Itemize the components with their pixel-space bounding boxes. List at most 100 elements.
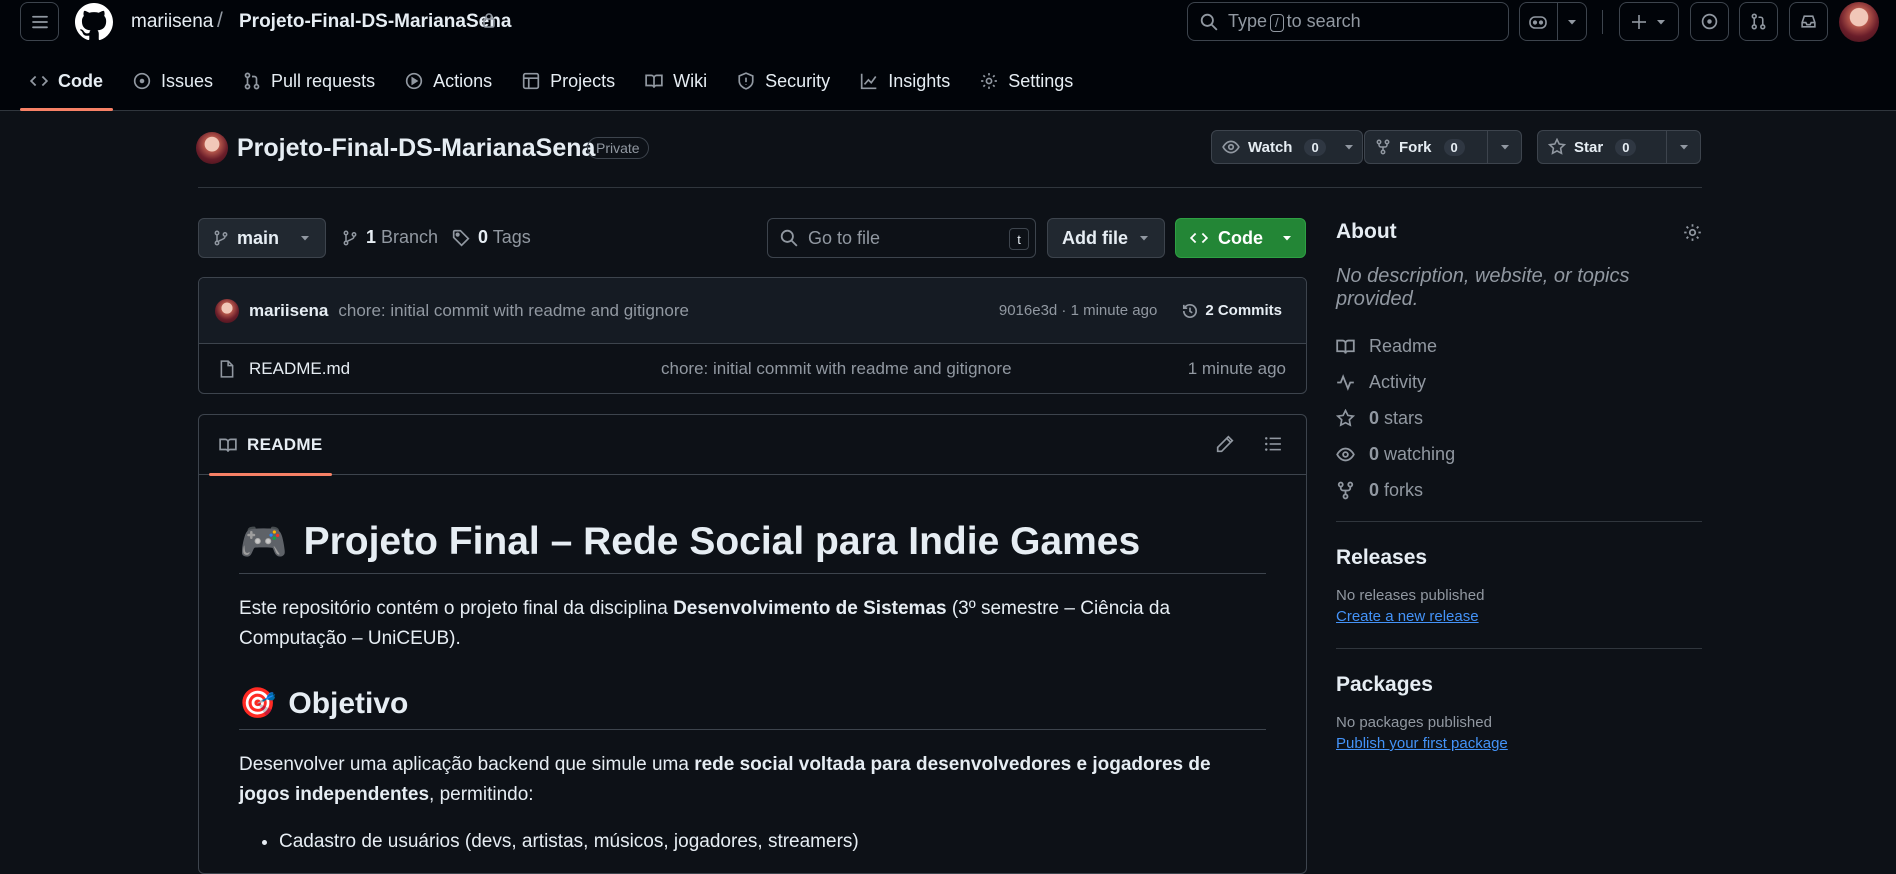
repo-forked-icon xyxy=(1336,481,1355,500)
repo-forked-icon xyxy=(1375,138,1391,156)
tab-pull-requests[interactable]: Pull requests xyxy=(233,61,385,101)
eye-icon xyxy=(1222,138,1240,156)
code-icon xyxy=(30,72,48,90)
code-icon xyxy=(1190,229,1208,247)
fork-count: 0 xyxy=(1443,138,1465,156)
search-placeholder: Type / to search xyxy=(1228,11,1361,32)
header-divider xyxy=(1602,10,1603,34)
file-icon xyxy=(219,360,235,378)
copilot-button[interactable] xyxy=(1519,2,1587,41)
file-browser: mariisena chore: initial commit with rea… xyxy=(198,277,1307,394)
issues-button[interactable] xyxy=(1690,2,1729,41)
issue-opened-icon xyxy=(133,72,151,90)
table-row[interactable]: README.md chore: initial commit with rea… xyxy=(199,344,1306,393)
star-icon xyxy=(1548,138,1566,156)
code-button[interactable]: Code xyxy=(1175,218,1306,258)
watching-link[interactable]: 0 watching xyxy=(1336,436,1702,472)
go-to-file-placeholder: Go to file xyxy=(808,227,881,248)
user-avatar[interactable] xyxy=(1839,2,1879,42)
packages-title[interactable]: Packages xyxy=(1336,673,1702,697)
branch-select-button[interactable]: main xyxy=(198,218,326,258)
fork-button[interactable]: Fork 0 xyxy=(1364,130,1522,164)
commit-author[interactable]: mariisena xyxy=(249,301,328,321)
forks-link[interactable]: 0 forks xyxy=(1336,472,1702,508)
breadcrumb-repo[interactable]: Projeto-Final-DS-MarianaSena xyxy=(239,11,511,33)
search-input[interactable]: Type / to search xyxy=(1187,2,1509,41)
tags-link[interactable]: 0 Tags xyxy=(452,227,531,248)
chevron-down-icon[interactable] xyxy=(1487,131,1521,163)
readme-list: Cadastro de usuários (devs, artistas, mú… xyxy=(239,828,1266,856)
readme-link[interactable]: Readme xyxy=(1336,328,1702,364)
star-button[interactable]: Star 0 xyxy=(1537,130,1701,164)
star-icon xyxy=(1336,408,1355,428)
breadcrumb-separator: / xyxy=(217,9,223,32)
tab-readme[interactable]: README xyxy=(209,415,333,476)
publish-package-link[interactable]: Publish your first package xyxy=(1336,735,1702,752)
tab-actions[interactable]: Actions xyxy=(395,61,502,101)
tab-settings[interactable]: Settings xyxy=(970,61,1083,101)
chevron-down-icon[interactable] xyxy=(1336,141,1362,153)
readme-heading: 🎮 Projeto Final – Rede Social para Indie… xyxy=(239,519,1266,574)
book-icon xyxy=(1336,337,1355,356)
author-avatar[interactable] xyxy=(215,298,239,323)
readme-paragraph: Desenvolver uma aplicação backend que si… xyxy=(239,754,1211,805)
readme-subheading: 🎯 Objetivo xyxy=(239,686,1266,730)
target-icon: 🎯 xyxy=(239,687,277,720)
create-new-button[interactable] xyxy=(1619,2,1679,41)
search-icon xyxy=(1200,13,1218,31)
commits-link[interactable]: 2 Commits xyxy=(1181,302,1282,320)
go-to-file-input[interactable]: Go to file t xyxy=(767,218,1036,258)
breadcrumb-owner[interactable]: mariisena xyxy=(131,11,213,33)
chevron-down-icon xyxy=(1655,16,1667,28)
commit-sha-time[interactable]: 9016e3d · 1 minute ago xyxy=(999,302,1157,319)
readme-paragraph: Este repositório contém o projeto final … xyxy=(239,598,1171,649)
git-branch-icon xyxy=(213,229,229,247)
pencil-icon[interactable] xyxy=(1216,435,1234,453)
inbox-button[interactable] xyxy=(1789,2,1828,41)
github-logo-icon[interactable] xyxy=(75,3,113,41)
book-icon xyxy=(219,436,237,454)
tab-projects[interactable]: Projects xyxy=(512,61,625,101)
tab-insights[interactable]: Insights xyxy=(850,61,960,101)
tab-security[interactable]: Security xyxy=(727,61,840,101)
tab-issues[interactable]: Issues xyxy=(123,61,223,101)
add-file-button[interactable]: Add file xyxy=(1047,218,1165,258)
chevron-down-icon xyxy=(1558,16,1587,28)
book-icon xyxy=(645,72,663,90)
tab-code[interactable]: Code xyxy=(20,61,113,111)
pulse-icon xyxy=(1336,373,1355,392)
chevron-down-icon xyxy=(1138,232,1150,244)
star-count: 0 xyxy=(1615,138,1637,156)
hamburger-icon xyxy=(31,13,49,31)
file-name[interactable]: README.md xyxy=(249,359,350,379)
gear-icon[interactable] xyxy=(1683,223,1702,242)
list-unordered-icon[interactable] xyxy=(1264,435,1282,453)
sidebar-divider xyxy=(1336,648,1702,649)
global-header: mariisena / Projeto-Final-DS-MarianaSena… xyxy=(0,0,1896,111)
watch-button[interactable]: Watch 0 xyxy=(1211,130,1363,164)
branches-link[interactable]: 1 Branch xyxy=(342,227,438,248)
about-title: About xyxy=(1336,220,1397,243)
chevron-down-icon xyxy=(299,232,311,244)
search-icon xyxy=(780,229,798,247)
menu-button[interactable] xyxy=(20,2,59,41)
chevron-down-icon[interactable] xyxy=(1666,131,1700,163)
git-pull-request-icon xyxy=(243,72,261,90)
create-release-link[interactable]: Create a new release xyxy=(1336,608,1702,625)
gamepad-icon: 🎮 xyxy=(239,521,288,564)
packages-empty: No packages published xyxy=(1336,714,1492,731)
issue-opened-icon xyxy=(1701,13,1718,30)
activity-link[interactable]: Activity xyxy=(1336,364,1702,400)
pull-requests-button[interactable] xyxy=(1739,2,1778,41)
releases-title[interactable]: Releases xyxy=(1336,546,1702,570)
repo-owner-avatar[interactable] xyxy=(196,132,228,164)
releases-empty: No releases published xyxy=(1336,587,1485,604)
tab-wiki[interactable]: Wiki xyxy=(635,61,717,101)
commit-message[interactable]: chore: initial commit with readme and gi… xyxy=(338,301,689,321)
about-description: No description, website, or topics provi… xyxy=(1336,265,1630,310)
file-time: 1 minute ago xyxy=(1187,359,1286,378)
chevron-down-icon xyxy=(1281,232,1293,244)
stars-link[interactable]: 0 stars xyxy=(1336,400,1702,436)
file-commit-message[interactable]: chore: initial commit with readme and gi… xyxy=(661,359,1012,379)
gear-icon xyxy=(980,72,998,90)
